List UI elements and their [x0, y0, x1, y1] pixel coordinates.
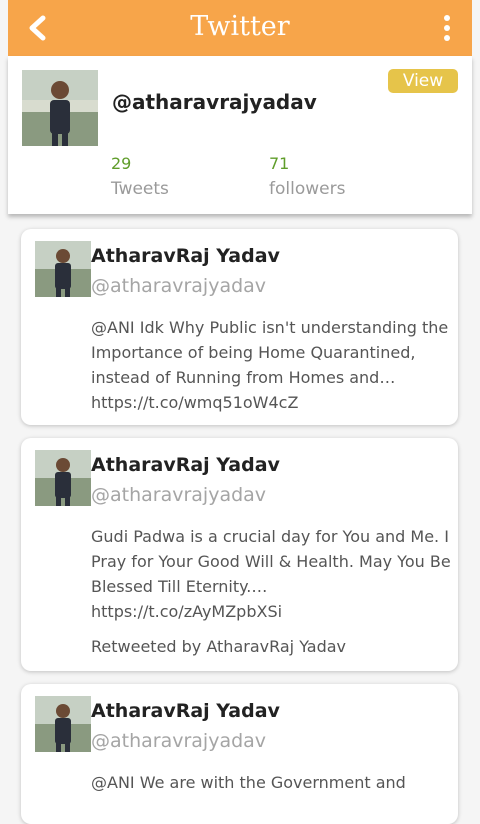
tweet-text: @ANI We are with the Government and	[91, 773, 406, 792]
retweeted-by-label: Retweeted by AtharavRaj Yadav	[91, 637, 346, 656]
tweet-author-name: AtharavRaj Yadav	[91, 245, 280, 267]
tweet-username: @atharavrajyadav	[91, 730, 267, 752]
tweet-avatar	[35, 450, 91, 506]
tweets-label: Tweets	[111, 179, 169, 199]
followers-stat[interactable]: 71 followers	[269, 154, 345, 199]
tweet-card[interactable]: AtharavRaj Yadav @atharavrajyadav @ANI I…	[21, 229, 458, 425]
tweet-avatar	[35, 696, 91, 752]
app-title: Twitter	[190, 11, 290, 42]
tweet-username: @atharavrajyadav	[91, 484, 267, 506]
tweet-card[interactable]: AtharavRaj Yadav @atharavrajyadav Gudi P…	[21, 438, 458, 671]
tweet-card[interactable]: AtharavRaj Yadav @atharavrajyadav @ANI W…	[21, 684, 458, 824]
tweet-author-name: AtharavRaj Yadav	[91, 454, 280, 476]
tweet-avatar	[35, 241, 91, 297]
profile-card: @atharavrajyadav View 29 Tweets 71 follo…	[8, 56, 472, 214]
profile-handle: @atharavrajyadav	[112, 90, 317, 114]
more-vertical-icon	[444, 15, 450, 21]
tweets-count: 29	[111, 154, 132, 173]
view-button[interactable]: View	[388, 69, 458, 93]
followers-label: followers	[269, 179, 346, 199]
tweet-author-name: AtharavRaj Yadav	[91, 700, 280, 722]
tweets-stat[interactable]: 29 Tweets	[111, 154, 169, 199]
tweet-text: Gudi Padwa is a crucial day for You and …	[91, 527, 451, 621]
app-bar: Twitter	[8, 0, 472, 56]
tweet-text: @ANI Idk Why Public isn't understanding …	[91, 318, 449, 412]
profile-avatar[interactable]	[22, 70, 98, 146]
followers-count: 71	[269, 154, 290, 173]
more-options-button[interactable]	[432, 10, 462, 46]
tweet-username: @atharavrajyadav	[91, 275, 267, 297]
